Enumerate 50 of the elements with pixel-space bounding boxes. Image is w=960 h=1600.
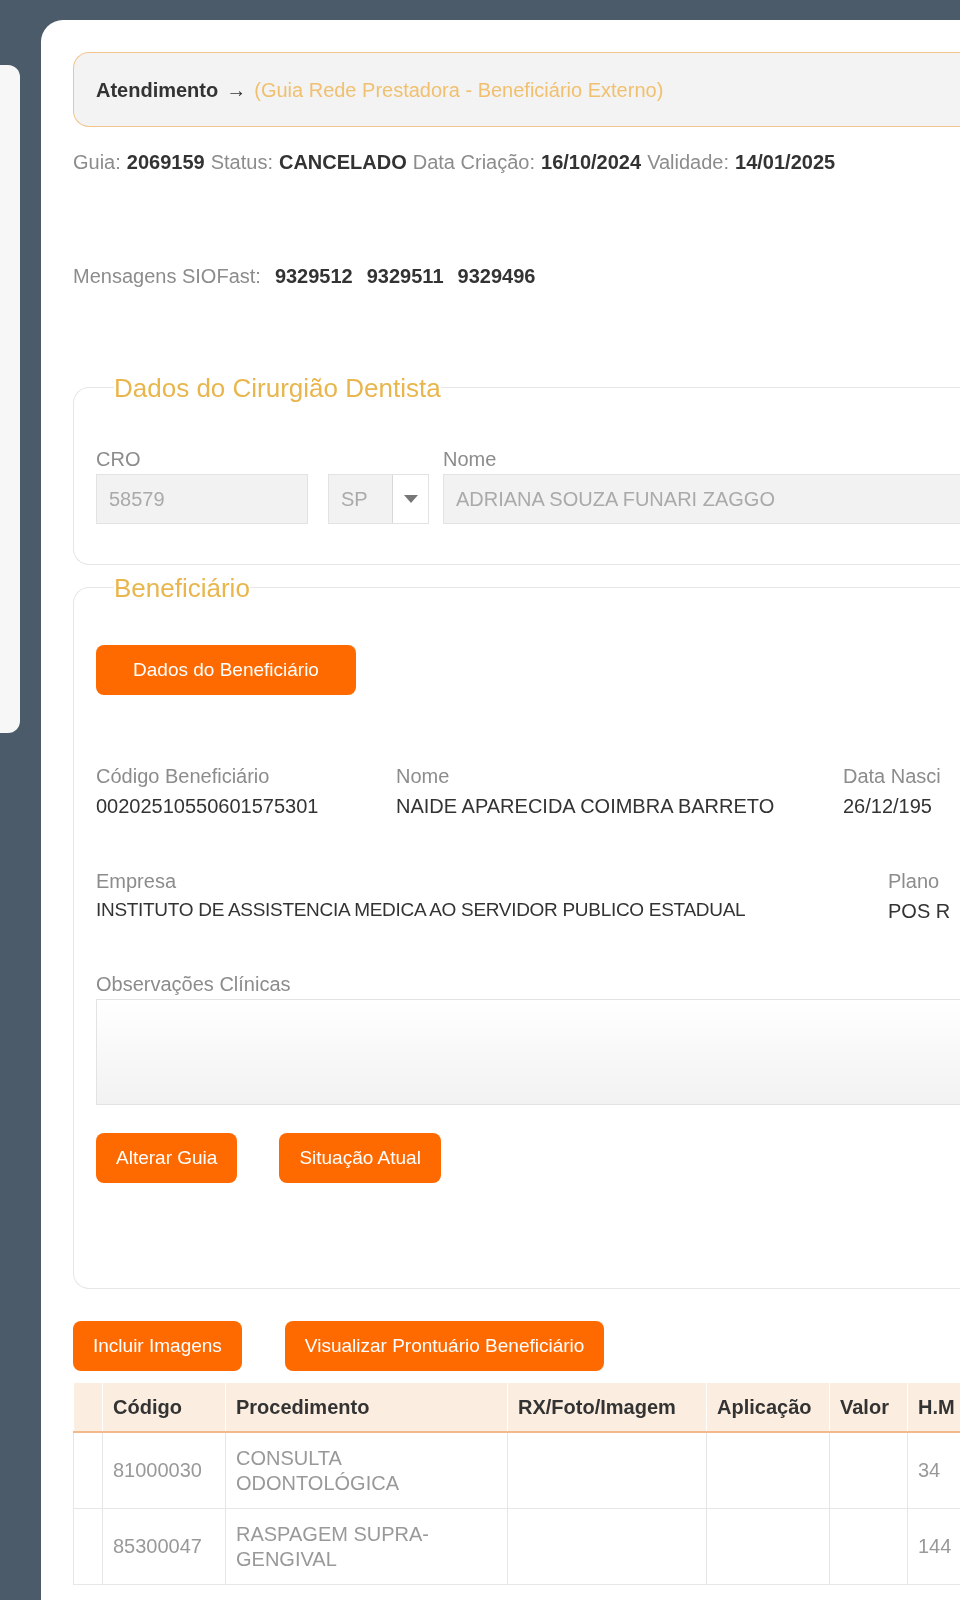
messages-label: Mensagens SIOFast:: [73, 264, 261, 289]
field-label: Nome: [443, 447, 498, 472]
breadcrumb-title: Atendimento: [96, 77, 219, 103]
table-cell-text: RASPAGEM SUPRA-GENGIVAL: [236, 1521, 430, 1572]
action-button[interactable]: Incluir Imagens: [73, 1321, 242, 1371]
status-label: Guia:: [73, 150, 121, 175]
field-value: INSTITUTO DE ASSISTENCIA MEDICA AO SERVIDOR PUBLICO ESTADUAL: [96, 898, 747, 922]
cro-field[interactable]: 58579: [96, 474, 308, 524]
table-cell: 144: [918, 1534, 952, 1559]
message-id: 9329511: [366, 264, 444, 289]
action-button[interactable]: Dados do Beneficiário: [96, 645, 356, 695]
name-field[interactable]: ADRIANA SOUZA FUNARI ZAGGO: [443, 474, 960, 524]
action-button[interactable]: Visualizar Prontuário Beneficiário: [284, 1321, 605, 1371]
column-header: Aplicação: [717, 1395, 812, 1420]
table-cell-text: CONSULTA ODONTOLÓGICA: [236, 1445, 400, 1496]
field-value: POS R: [888, 899, 952, 924]
column-header: Código: [113, 1395, 182, 1420]
field-label: CRO: [96, 447, 142, 472]
field-label: Plano: [888, 869, 941, 894]
field-label: Data Nasci: [843, 764, 942, 789]
breadcrumb-arrow: →: [226, 77, 247, 103]
status-value: CANCELADO: [278, 150, 407, 175]
field-label: Empresa: [96, 869, 178, 894]
field-value: 00202510550601575301: [96, 794, 320, 819]
state-select[interactable]: SP: [328, 474, 429, 524]
column-header: RX/Foto/Imagem: [518, 1395, 676, 1420]
status-label: Validade:: [647, 150, 730, 175]
field-label: Código Beneficiário: [96, 764, 271, 789]
column-header: Valor: [840, 1395, 889, 1420]
field-value: 26/12/195: [843, 794, 933, 819]
table-cell: 34: [918, 1458, 941, 1483]
status-label: Status:: [210, 150, 273, 175]
table-cell: 81000030: [113, 1458, 202, 1483]
field-label: Observações Clínicas: [96, 972, 292, 997]
field-value: NAIDE APARECIDA COIMBRA BARRETO: [396, 794, 776, 819]
caret-icon: [403, 495, 418, 503]
message-id: 9329512: [274, 264, 353, 289]
breadcrumb-subtitle: (Guia Rede Prestadora - Beneficiário Externo): [254, 77, 664, 103]
action-button[interactable]: Alterar Guia: [96, 1133, 238, 1183]
message-id: 9329496: [457, 264, 536, 289]
column-header: Procedimento: [236, 1395, 370, 1420]
status-value: 2069159: [126, 150, 205, 175]
notes-field[interactable]: [96, 999, 960, 1105]
action-button[interactable]: Situação Atual: [279, 1133, 441, 1183]
field-label: Nome: [396, 764, 451, 789]
status-value: 14/01/2025: [735, 150, 836, 175]
status-label: Data Criação:: [412, 150, 535, 175]
column-header: H.M: [918, 1395, 955, 1420]
status-value: 16/10/2024: [541, 150, 642, 175]
table-cell: 85300047: [113, 1534, 202, 1559]
